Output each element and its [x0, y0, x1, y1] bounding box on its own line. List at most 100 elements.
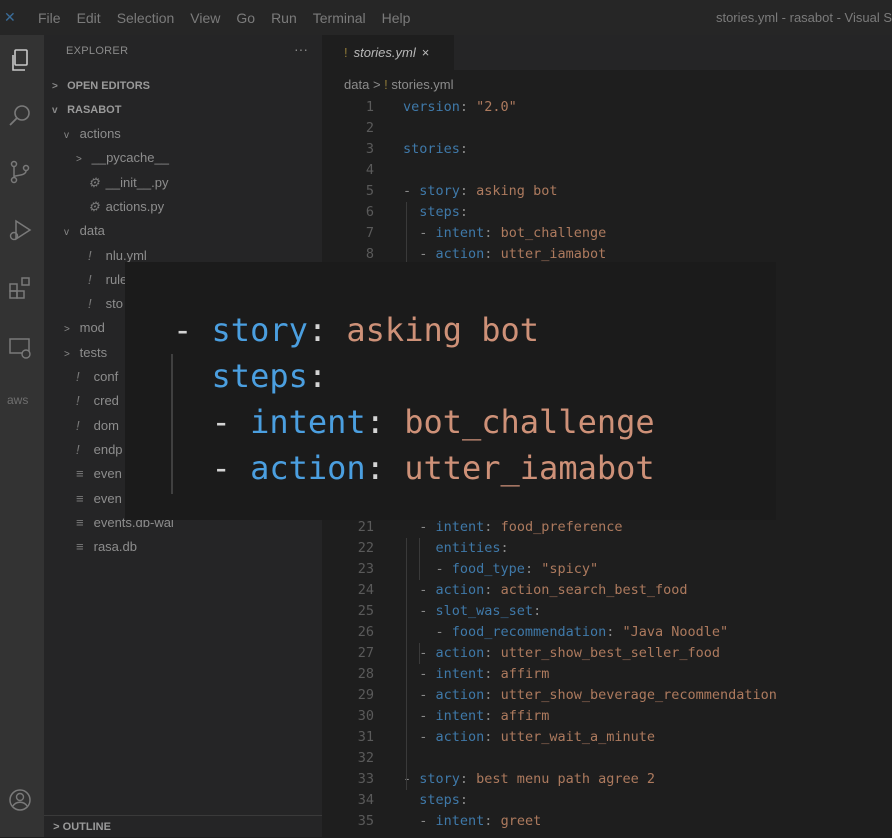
tree-item-label: tests — [76, 344, 108, 360]
remote-explorer-icon[interactable] — [7, 335, 37, 365]
yaml-file-icon: ! — [76, 369, 80, 384]
tree-item[interactable]: > tests — [64, 342, 107, 364]
outline-section[interactable]: > OUTLINE — [44, 815, 322, 838]
line-number: 7 — [365, 225, 374, 241]
open-editors-section[interactable]: > OPEN EDITORS — [52, 75, 150, 97]
menu-selection[interactable]: Selection — [117, 10, 183, 26]
tree-item-label: nlu.yml — [102, 247, 147, 263]
tree-item[interactable]: ! cred — [64, 390, 119, 412]
code-line: - story: asking bot — [403, 183, 558, 199]
zoomed-code-line: - action: utter_iamabot — [173, 449, 655, 487]
line-number: 24 — [357, 582, 374, 598]
yaml-file-icon: ! — [76, 441, 80, 457]
run-debug-icon[interactable] — [7, 217, 37, 247]
extensions-icon[interactable] — [7, 275, 37, 305]
chevron-right-icon: > — [64, 348, 70, 360]
tree-item-label: dom — [90, 417, 119, 433]
chevron-right-icon: > — [64, 324, 70, 336]
yaml-file-icon: ! — [344, 45, 348, 60]
explorer-header: EXPLORER — [66, 45, 129, 57]
code-line: version: "2.0" — [403, 99, 517, 115]
chevron-down-icon: v — [64, 227, 69, 239]
line-number: 32 — [357, 750, 374, 766]
window-title: stories.yml - rasabot - Visual S — [715, 10, 892, 25]
breadcrumb-separator: > — [372, 77, 381, 92]
tree-item[interactable]: ≡ even — [64, 463, 122, 485]
breadcrumb-folder[interactable]: data — [344, 77, 369, 92]
tree-item[interactable]: ! conf — [64, 366, 118, 388]
yaml-file-icon: ! — [88, 296, 92, 312]
explorer-more-icon[interactable]: ··· — [294, 41, 308, 57]
code-line: - action: utter_show_beverage_recommenda… — [403, 687, 777, 703]
tree-item-label: __init__.py — [102, 174, 169, 190]
yaml-file-icon: ! — [76, 393, 80, 409]
code-line: - intent: bot_challenge — [403, 225, 607, 241]
tree-item[interactable]: ⚙ actions.py — [76, 196, 164, 218]
line-number: 22 — [357, 540, 374, 556]
line-number: 25 — [357, 603, 374, 619]
tree-item[interactable]: ! rule — [76, 269, 127, 291]
menu-terminal[interactable]: Terminal — [313, 10, 374, 26]
breadcrumb-file[interactable]: stories.yml — [391, 77, 453, 92]
zoomed-code-line: - story: asking bot — [173, 311, 540, 349]
line-number: 30 — [357, 708, 374, 724]
code-line: - intent: food_preference — [403, 519, 623, 535]
tree-item[interactable]: v actions — [64, 123, 121, 145]
menu-help[interactable]: Help — [382, 10, 419, 26]
tree-item[interactable]: ! dom — [64, 415, 119, 437]
tree-item[interactable]: > mod — [64, 317, 105, 339]
menu-view[interactable]: View — [190, 10, 228, 26]
tree-item[interactable]: ≡ rasa.db — [64, 536, 137, 558]
tab-stories-yml[interactable]: ! stories.yml × — [322, 35, 454, 70]
tree-item-label: cred — [90, 393, 119, 409]
code-line: - action: action_search_best_food — [403, 582, 688, 598]
account-icon[interactable] — [7, 787, 37, 817]
line-number: 27 — [357, 645, 374, 661]
tree-item-label: endp — [90, 441, 123, 457]
db-file-icon: ≡ — [76, 514, 84, 530]
line-number: 6 — [365, 204, 374, 220]
code-line: - food_recommendation: "Java Noodle" — [403, 624, 729, 640]
code-line: - intent: affirm — [403, 708, 550, 724]
zoomed-code-callout: - story: asking bot steps: - intent: bot… — [125, 262, 776, 520]
breadcrumb: data > ! stories.yml — [344, 77, 454, 92]
activity-bar: aws — [0, 35, 44, 837]
line-number: 33 — [357, 771, 374, 787]
close-icon[interactable]: × — [422, 45, 430, 60]
menu-file[interactable]: File — [38, 10, 69, 26]
code-line: - food_type: "spicy" — [403, 561, 599, 577]
chevron-right-icon: > — [76, 154, 82, 166]
open-editors-label: OPEN EDITORS — [67, 80, 150, 92]
tree-item-label: rasa.db — [90, 539, 137, 555]
tree-item-label: even — [90, 490, 122, 506]
tree-item-label: sto — [102, 296, 123, 312]
rasabot-section[interactable]: v RASABOT — [52, 99, 121, 121]
aws-icon[interactable]: aws — [7, 393, 37, 423]
menu-run[interactable]: Run — [271, 10, 305, 26]
search-icon[interactable] — [7, 103, 37, 133]
code-line: - slot_was_set: — [403, 603, 542, 619]
yaml-file-icon: ! — [88, 247, 92, 263]
tree-item-label: rule — [102, 271, 128, 287]
tree-item[interactable]: > __pycache__ — [76, 147, 169, 169]
rasabot-label: RASABOT — [67, 104, 122, 116]
code-line: stories: — [403, 141, 469, 157]
menu-go[interactable]: Go — [236, 10, 263, 26]
line-number: 3 — [365, 141, 374, 157]
line-number: 4 — [365, 162, 374, 178]
code-line: - story: best menu path agree 2 — [403, 771, 655, 787]
python-file-icon: ⚙ — [88, 198, 100, 214]
menu-edit[interactable]: Edit — [77, 10, 109, 26]
chevron-down-icon: v — [52, 105, 58, 116]
tree-item[interactable]: ≡ even — [64, 488, 122, 510]
source-control-icon[interactable] — [7, 159, 37, 189]
tree-item-label: conf — [90, 369, 119, 384]
menu-bar: File Edit Selection View Go Run Terminal Help — [38, 0, 426, 35]
tree-item[interactable]: ! endp — [64, 439, 123, 461]
tree-item[interactable]: ⚙ __init__.py — [76, 172, 169, 194]
explorer-icon[interactable] — [7, 47, 37, 77]
code-line: - intent: affirm — [403, 666, 550, 682]
tree-item[interactable]: ! sto — [76, 293, 123, 315]
code-line: - intent: greet — [403, 813, 542, 829]
tree-item[interactable]: v data — [64, 220, 105, 242]
